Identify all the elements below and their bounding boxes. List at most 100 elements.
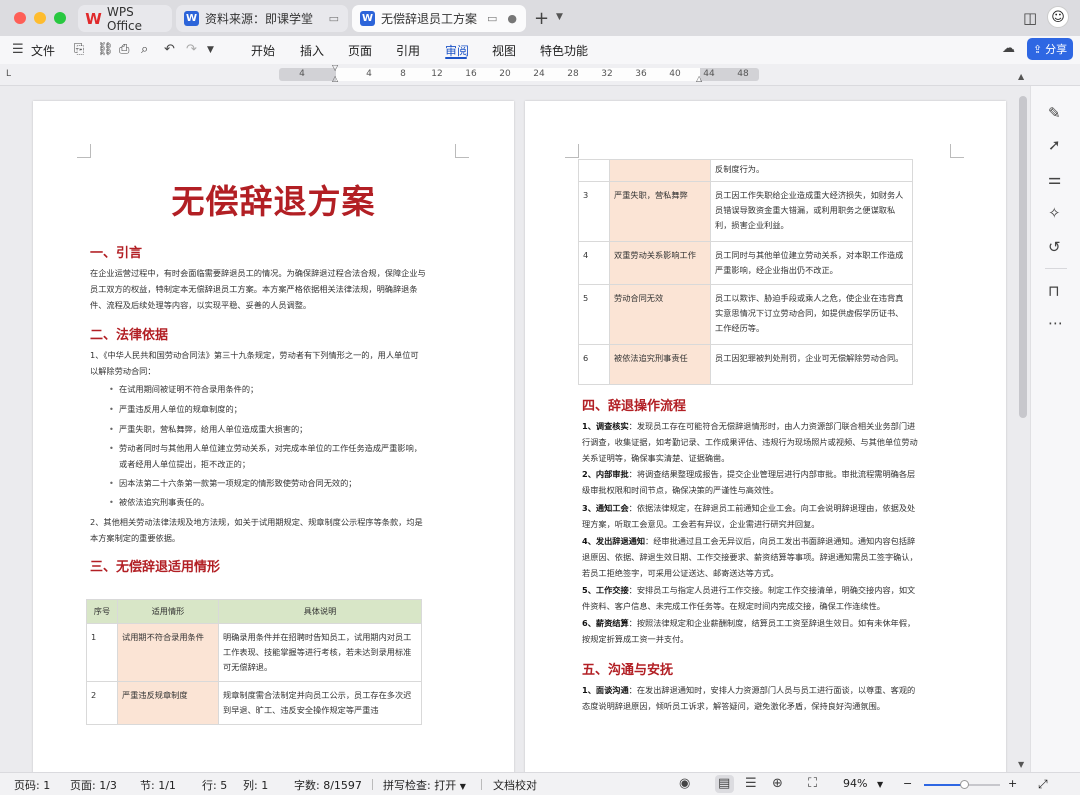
section-heading: 一、引言 (90, 246, 143, 261)
user-avatar[interactable]: ☺ (1047, 6, 1069, 28)
monitor-icon: ▭ (328, 12, 339, 25)
status-separator (372, 779, 373, 790)
status-page-number[interactable]: 页码: 1 (14, 777, 50, 793)
minimize-window-button[interactable] (34, 12, 46, 24)
chevron-down-icon: ▼ (459, 782, 466, 791)
link-icon[interactable]: ⛓ (97, 42, 114, 57)
document-icon: W (184, 11, 199, 26)
status-section[interactable]: 节: 1/1 (140, 777, 176, 793)
redo-icon[interactable]: ↷ (186, 42, 197, 57)
status-row: 行: 5 (202, 779, 228, 792)
more-options-icon[interactable]: ⋯ (1048, 314, 1063, 332)
new-tab-plus-icon[interactable]: + (534, 8, 549, 29)
close-window-button[interactable] (14, 12, 26, 24)
outline-view-icon[interactable]: ☰ (745, 776, 757, 791)
zoom-level[interactable]: 94% (843, 777, 867, 790)
tab-wps-office[interactable]: W WPS Office (78, 4, 172, 33)
fullscreen-icon[interactable]: ⤢ (1038, 777, 1048, 792)
right-tool-panel: ✎ ➚ ⚌ ✧ ↺ ⊓ ⋯ (1030, 86, 1080, 772)
vertical-scrollbar[interactable] (1019, 96, 1027, 418)
tab-label: 资料来源：即课学堂 (205, 12, 314, 26)
hamburger-menu-icon[interactable]: ☰ (12, 42, 24, 57)
list-item: 严重失职，营私舞弊，给用人单位造成重大损害的； (109, 421, 307, 437)
status-word-count[interactable]: 字数: 8/1597 (294, 777, 362, 793)
eye-protection-icon[interactable]: ◉ (679, 776, 690, 791)
section-heading: 三、无偿辞退适用情形 (90, 560, 221, 575)
share-button[interactable]: ⇪ 分享 (1027, 38, 1073, 60)
procedure-step: 1、调查核实：发现员工存在可能符合无偿辞退情形时，由人力资源部门联合相关业务部门… (582, 421, 918, 463)
tab-label: 无偿辞退员工方案 (381, 12, 478, 26)
ruler-tick: 4 (366, 69, 372, 79)
right-indent-marker[interactable]: △ (696, 74, 702, 83)
print-icon[interactable]: ⎙ (119, 42, 129, 57)
menu-start[interactable]: 开始 (251, 42, 275, 59)
tab-stop-selector[interactable]: L (6, 69, 11, 79)
ruler-tick: 16 (465, 69, 477, 79)
page-1[interactable]: 无偿辞退方案 一、引言 在企业运营过程中，有时会面临需要辞退员工的情况。为确保辞… (33, 101, 514, 772)
list-item: 在试用期间被证明不符合录用条件的； (109, 381, 258, 397)
zoom-dropdown-icon[interactable]: ▼ (877, 780, 883, 789)
unsaved-dot-icon[interactable]: ● (507, 12, 517, 25)
procedure-step: 4、发出辞退通知：经审批通过且工会无异议后，向员工发出书面辞退通知。通知内容包括… (582, 536, 918, 578)
lock-icon[interactable]: ⊓ (1048, 282, 1060, 300)
page-view-icon[interactable]: ▤ (718, 776, 730, 791)
save-icon[interactable]: ⎘ (74, 42, 84, 57)
table-header: 序号 (86, 599, 118, 624)
monitor-icon: ▭ (486, 12, 498, 25)
tab-source-doc[interactable]: W 资料来源：即课学堂 ▭ (176, 5, 348, 32)
tab-current-doc[interactable]: W 无偿辞退员工方案 ▭ ● (352, 5, 526, 32)
table-row: 4 双重劳动关系影响工作 员工同时与其他单位建立劳动关系，对本职工作造成严重影响… (578, 241, 913, 285)
first-indent-marker[interactable]: ▽ (332, 63, 338, 72)
history-icon[interactable]: ↺ (1048, 238, 1061, 256)
intro-paragraph: 在企业运营过程中，有时会面临需要辞退员工的情况。为确保辞退过程合法合规，保障企业… (90, 268, 426, 310)
document-canvas[interactable]: 无偿辞退方案 一、引言 在企业运营过程中，有时会面临需要辞退员工的情况。为确保辞… (0, 86, 1030, 772)
scroll-down-arrow-icon[interactable]: ▼ (1018, 760, 1024, 769)
ruler-tick: 28 (567, 69, 579, 79)
tab-label: WPS Office (107, 4, 143, 33)
zoom-out-icon[interactable]: − (903, 777, 912, 790)
status-page-count[interactable]: 页面: 1/3 (70, 777, 117, 793)
section-heading: 二、法律依据 (90, 328, 169, 343)
status-bar: 页码: 1 页面: 1/3 节: 1/1 行: 5 列: 1 字数: 8/159… (0, 772, 1080, 795)
section-heading: 四、辞退操作流程 (582, 399, 687, 414)
ruler-tick: 24 (533, 69, 545, 79)
cloud-icon[interactable]: ☁ (1002, 41, 1015, 56)
page-2[interactable]: 反制度行为。 3 严重失职，营私舞弊 员工因工作失职给企业造成重大经济损失，如财… (525, 101, 1006, 772)
sidebar-toggle-icon[interactable]: ◫ (1023, 9, 1037, 27)
title-bar: W WPS Office W 资料来源：即课学堂 ▭ W 无偿辞退员工方案 ▭ ●… (0, 0, 1080, 36)
ruler-tick: 12 (431, 69, 443, 79)
print-preview-icon[interactable]: ⌕ (141, 42, 148, 57)
status-document-proofread[interactable]: 文档校对 (493, 777, 537, 793)
ruler-tick: 20 (499, 69, 511, 79)
ruler-tick: 44 (703, 69, 715, 79)
menu-reference[interactable]: 引用 (396, 42, 420, 59)
chevron-down-icon[interactable]: ▼ (556, 12, 563, 22)
scroll-up-arrow-icon[interactable]: ▲ (1018, 72, 1024, 81)
document-icon: W (360, 11, 375, 26)
fit-page-icon[interactable]: ⛶ (808, 776, 817, 791)
zoom-slider-handle[interactable] (960, 780, 969, 789)
more-chevron-icon[interactable]: ▼ (207, 45, 214, 55)
procedure-step: 3、通知工会：依据法律规定，在辞退员工前通知企业工会。向工会说明辞退理由，依据及… (582, 503, 916, 529)
adjust-sliders-icon[interactable]: ⚌ (1048, 170, 1061, 188)
zoom-in-icon[interactable]: + (1008, 777, 1017, 790)
menu-insert[interactable]: 插入 (300, 42, 324, 59)
applicable-cases-table: 序号 适用情形 具体说明 1 试用期不符合录用条件 明确录用条件并在招聘时告知员… (86, 599, 422, 725)
zoom-window-button[interactable] (54, 12, 66, 24)
ai-assistant-icon[interactable]: ✧ (1048, 204, 1061, 222)
active-menu-indicator (445, 57, 467, 59)
web-view-icon[interactable]: ⊕ (772, 776, 783, 791)
select-pointer-icon[interactable]: ➚ (1048, 136, 1061, 154)
ruler-tick: 40 (669, 69, 681, 79)
file-menu[interactable]: 文件 (31, 42, 55, 59)
menu-page[interactable]: 页面 (348, 42, 372, 59)
status-spell-check[interactable]: 拼写检查: 打开 ▼ (383, 777, 466, 793)
menu-view[interactable]: 视图 (492, 42, 516, 59)
section-heading: 五、沟通与安抚 (582, 663, 674, 678)
procedure-step: 6、薪资结算：按照法律规定和企业薪酬制度，结算员工工资至辞退生效日。如有未休年假… (582, 618, 916, 644)
undo-icon[interactable]: ↶ (164, 42, 175, 57)
hanging-indent-marker[interactable]: △ (332, 74, 338, 83)
wps-logo-icon: W (85, 9, 102, 28)
pen-icon[interactable]: ✎ (1048, 104, 1061, 122)
menu-special-features[interactable]: 特色功能 (540, 42, 588, 59)
